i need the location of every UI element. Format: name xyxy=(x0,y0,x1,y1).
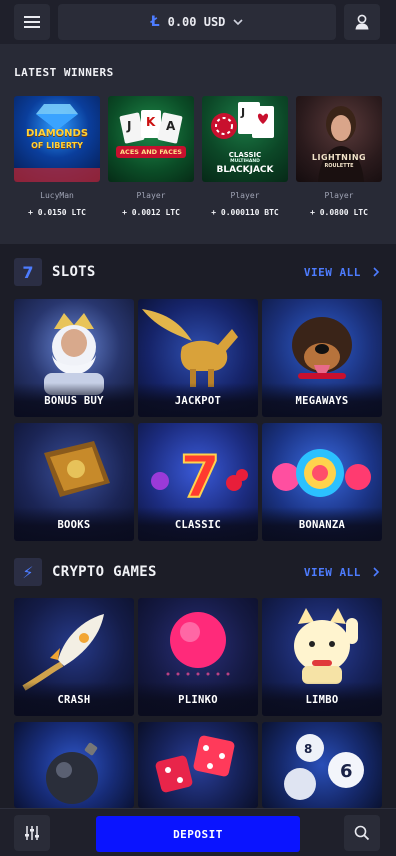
svg-text:8: 8 xyxy=(304,742,312,756)
deposit-button[interactable]: DEPOSIT xyxy=(96,816,300,852)
account-button[interactable] xyxy=(344,4,380,40)
litecoin-icon: Ł xyxy=(150,14,160,30)
slots-title: SLOTS xyxy=(52,264,96,280)
lottery-balls-icon: 6 8 xyxy=(284,734,364,800)
svg-text:7: 7 xyxy=(180,443,220,511)
chevron-down-icon xyxy=(233,19,243,26)
game-art-text: BLACKJACK xyxy=(216,165,274,175)
view-all-label: VIEW ALL xyxy=(303,266,361,279)
winner-amount: + 0.000110 BTC xyxy=(211,208,279,217)
view-all-label: VIEW ALL xyxy=(303,566,361,579)
top-bar: Ł 0.00 USD xyxy=(0,0,396,44)
game-tile-plinko[interactable]: PLINKO xyxy=(138,598,258,716)
dice-icon xyxy=(155,735,235,793)
game-thumbnail: LIGHTNING ROULETTE xyxy=(296,96,382,182)
tile-label: BONANZA xyxy=(262,507,382,541)
game-tile-dice[interactable] xyxy=(138,722,258,808)
game-thumbnail: J K A ACES AND FACES xyxy=(108,96,194,182)
winner-card[interactable]: LIGHTNING ROULETTE Player + 0.0800 LTC xyxy=(296,96,382,217)
tile-label: MEGAWAYS xyxy=(262,383,382,417)
latest-winners-title: LATEST WINNERS xyxy=(14,66,114,79)
winner-name: LucyMan xyxy=(40,191,74,200)
slots-view-all-link[interactable]: VIEW ALL xyxy=(304,266,380,279)
game-tile-megaways[interactable]: MEGAWAYS xyxy=(262,299,382,417)
game-thumbnail: J CLASSIC MULTIHAND BLACKJACK xyxy=(202,96,288,182)
diamond-art-icon xyxy=(14,104,100,182)
sliders-icon xyxy=(25,826,39,840)
tile-label: CLASSIC xyxy=(138,507,258,541)
svg-text:K: K xyxy=(146,115,156,129)
game-tile-keno[interactable]: 6 8 xyxy=(262,722,382,808)
game-tile-crash[interactable]: CRASH xyxy=(14,598,134,716)
tile-label: PLINKO xyxy=(138,682,258,716)
svg-text:6: 6 xyxy=(340,761,353,782)
game-tile-limbo[interactable]: LIMBO xyxy=(262,598,382,716)
svg-text:A: A xyxy=(166,119,176,133)
game-art-text: CLASSIC xyxy=(228,151,262,159)
crypto-view-all-link[interactable]: VIEW ALL xyxy=(304,566,380,579)
menu-button[interactable] xyxy=(14,4,50,40)
chevron-right-icon xyxy=(373,567,380,577)
lightning-icon: ⚡ xyxy=(14,558,42,586)
svg-text:J: J xyxy=(240,106,245,119)
winner-amount: + 0.0012 LTC xyxy=(122,208,180,217)
slots-seven-icon: 7 xyxy=(14,258,42,286)
game-tile-bonanza[interactable]: BONANZA xyxy=(262,423,382,541)
game-art-text: ROULETTE xyxy=(324,163,354,169)
crypto-games-title: CRYPTO GAMES xyxy=(52,564,157,580)
user-icon xyxy=(355,14,369,30)
game-art-text: OF LIBERTY xyxy=(31,141,83,150)
game-thumbnail: DIAMONDS OF LIBERTY xyxy=(14,96,100,182)
game-tile-bonus-buy[interactable]: BONUS BUY xyxy=(14,299,134,417)
game-art-text: LIGHTNING xyxy=(311,153,367,162)
game-tile-bomb[interactable] xyxy=(14,722,134,808)
game-art-text: MULTIHAND xyxy=(230,159,260,164)
winner-amount: + 0.0800 LTC xyxy=(310,208,368,217)
tile-label: JACKPOT xyxy=(138,383,258,417)
game-art-text: ACES AND FACES xyxy=(120,148,182,156)
tile-label: BOOKS xyxy=(14,507,134,541)
winner-amount: + 0.0150 LTC xyxy=(28,208,86,217)
latest-winners-section: LATEST WINNERS DIAMONDS OF LIBERTY LucyM… xyxy=(0,44,396,244)
game-tile-jackpot[interactable]: JACKPOT xyxy=(138,299,258,417)
dealer-portrait-icon xyxy=(318,106,364,182)
filter-button[interactable] xyxy=(14,815,50,851)
balance-amount: 0.00 USD xyxy=(167,15,226,29)
search-icon xyxy=(354,825,370,841)
bomb-icon xyxy=(46,742,98,804)
tile-label: BONUS BUY xyxy=(14,383,134,417)
tile-label: CRASH xyxy=(14,682,134,716)
tile-label: LIMBO xyxy=(262,682,382,716)
game-art-text: DIAMONDS xyxy=(25,128,89,139)
slots-header: 7 SLOTS VIEW ALL xyxy=(14,258,382,286)
game-tile-books[interactable]: BOOKS xyxy=(14,423,134,541)
svg-text:J: J xyxy=(126,119,131,133)
crypto-games-header: ⚡ CRYPTO GAMES VIEW ALL xyxy=(14,558,382,586)
balance-selector[interactable]: Ł 0.00 USD xyxy=(58,4,336,40)
winner-name: Player xyxy=(136,191,166,200)
hamburger-menu-icon xyxy=(24,16,40,28)
winner-name: Player xyxy=(324,191,354,200)
winner-card[interactable]: J K A ACES AND FACES Player + 0.0012 LTC xyxy=(108,96,194,217)
bottom-bar: DEPOSIT xyxy=(0,808,396,856)
winner-name: Player xyxy=(230,191,260,200)
game-tile-classic[interactable]: 7 CLASSIC xyxy=(138,423,258,541)
chevron-right-icon xyxy=(373,267,380,277)
winner-card[interactable]: J CLASSIC MULTIHAND BLACKJACK Player + 0… xyxy=(202,96,288,217)
playing-cards-icon: J K A xyxy=(116,110,186,158)
winner-card[interactable]: DIAMONDS OF LIBERTY LucyMan + 0.0150 LTC xyxy=(14,96,100,217)
search-button[interactable] xyxy=(344,815,380,851)
